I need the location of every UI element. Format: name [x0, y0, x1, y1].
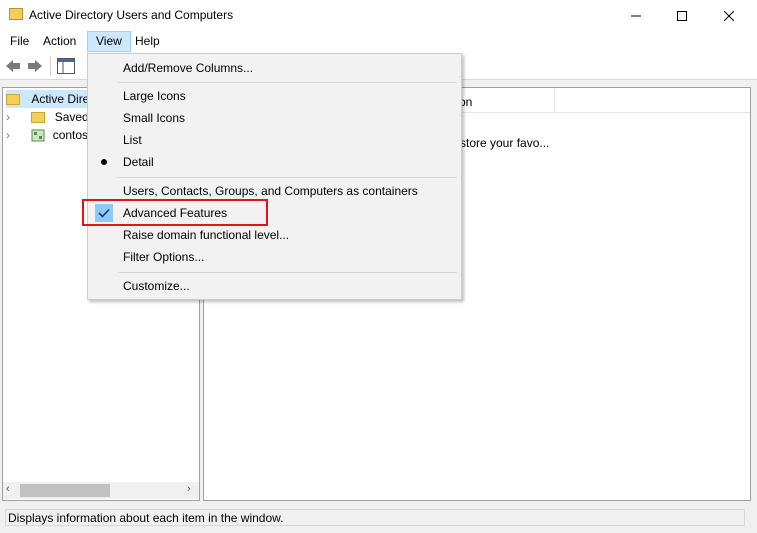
radio-bullet-icon — [95, 153, 113, 171]
forward-button[interactable] — [26, 58, 44, 74]
maximize-button[interactable] — [659, 0, 705, 31]
window-title: Active Directory Users and Computers — [29, 8, 234, 22]
title-bar[interactable]: Active Directory Users and Computers — [0, 0, 757, 31]
scroll-right-icon[interactable]: › — [187, 483, 191, 495]
menu-item-raise-domain-level[interactable]: Raise domain functional level... — [90, 224, 459, 246]
menu-bar: File Action View Help — [0, 31, 757, 53]
app-folder-icon — [9, 8, 23, 20]
scroll-left-icon[interactable]: ‹ — [6, 483, 10, 495]
console-tree-button[interactable] — [57, 58, 75, 74]
horizontal-scrollbar[interactable]: ‹ › — [3, 482, 199, 499]
menu-item-filter-options[interactable]: Filter Options... — [90, 246, 459, 268]
close-button[interactable] — [706, 0, 752, 31]
minimize-button[interactable] — [613, 0, 659, 31]
view-menu-dropdown: Add/Remove Columns... Large Icons Small … — [87, 53, 462, 300]
console-tree-icon — [57, 58, 75, 74]
back-arrow-icon — [6, 60, 20, 72]
expand-chevron-icon[interactable]: › — [6, 108, 18, 126]
back-button[interactable] — [4, 58, 22, 74]
minimize-icon — [631, 15, 641, 16]
tree-item-domain[interactable]: › contoso — [6, 126, 95, 144]
folder-icon — [6, 94, 20, 106]
menu-item-list[interactable]: List — [90, 129, 459, 151]
menu-file[interactable]: File — [5, 31, 34, 52]
expand-chevron-icon[interactable]: › — [6, 126, 18, 144]
menu-help[interactable]: Help — [130, 31, 165, 52]
folder-icon — [31, 112, 46, 124]
menu-item-large-icons[interactable]: Large Icons — [90, 85, 459, 107]
status-text: Displays information about each item in … — [5, 509, 745, 526]
menu-separator — [118, 177, 457, 178]
menu-item-customize[interactable]: Customize... — [90, 275, 459, 297]
status-bar: Displays information about each item in … — [0, 505, 757, 529]
menu-item-detail[interactable]: Detail — [90, 151, 459, 173]
highlight-annotation-box — [82, 199, 268, 226]
menu-separator — [118, 272, 457, 273]
menu-separator — [118, 82, 457, 83]
maximize-icon — [677, 10, 687, 21]
scrollbar-thumb[interactable] — [20, 484, 110, 497]
column-divider[interactable] — [554, 88, 555, 112]
menu-action[interactable]: Action — [38, 31, 81, 52]
list-item-description[interactable]: store your favo... — [460, 136, 549, 150]
domain-icon — [31, 129, 45, 142]
forward-arrow-icon — [28, 60, 42, 72]
menu-view[interactable]: View — [87, 31, 131, 52]
menu-item-add-remove-columns[interactable]: Add/Remove Columns... — [90, 57, 459, 79]
toolbar-divider — [50, 57, 51, 75]
close-icon — [724, 10, 734, 21]
menu-item-small-icons[interactable]: Small Icons — [90, 107, 459, 129]
